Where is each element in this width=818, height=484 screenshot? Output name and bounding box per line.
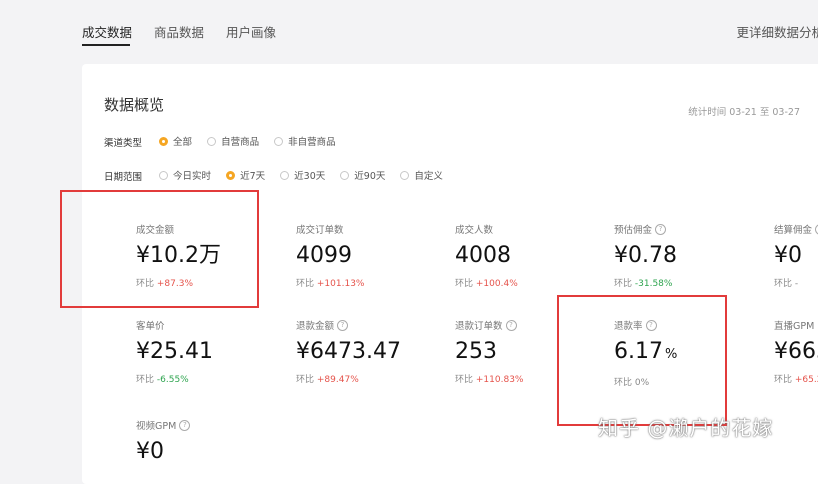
tab-transaction-data[interactable]: 成交数据 [82, 22, 132, 41]
metric-label: 成交人数 [455, 225, 494, 236]
radio-icon [159, 170, 169, 180]
radio-selected-icon [159, 136, 169, 146]
metric-label: 直播GPM [774, 321, 815, 332]
metric-buyer-count[interactable]: 成交人数 4008 环比 +100.4% [455, 222, 518, 289]
tab-product-data[interactable]: 商品数据 [154, 22, 204, 41]
metric-label: 退款金额? [296, 318, 401, 332]
metric-value: 253 [455, 339, 497, 364]
metric-live-gpm[interactable]: 直播GPM ¥665 环比 +65.2 [774, 318, 818, 385]
highlight-box-refund-rate [557, 295, 727, 426]
metric-settled-commission[interactable]: 结算佣金? ¥0 环比 - [774, 222, 818, 289]
channel-filter: 渠道类型 全部 自营商品 非自营商品 [104, 134, 348, 149]
radio-icon [274, 136, 284, 146]
radio-icon [280, 170, 290, 180]
detailed-analysis-link[interactable]: 更详细数据分析 [736, 22, 818, 41]
metric-refund-order-count[interactable]: 退款订单数? 253 环比 +110.83% [455, 318, 523, 385]
active-tab-indicator [82, 44, 130, 46]
metric-label: 客单价 [136, 321, 165, 332]
date-option-90d[interactable]: 近90天 [340, 168, 385, 182]
metric-change: 环比 -6.55% [136, 375, 189, 385]
help-icon[interactable]: ? [655, 223, 667, 235]
card-title: 数据概览 [104, 96, 165, 114]
date-option-custom[interactable]: 自定义 [400, 168, 443, 182]
metric-order-count[interactable]: 成交订单数 4099 环比 +101.13% [296, 222, 364, 289]
channel-filter-label: 渠道类型 [104, 137, 143, 149]
radio-icon [340, 170, 350, 180]
tab-user-profile[interactable]: 用户画像 [226, 22, 276, 41]
help-icon[interactable]: ? [505, 319, 517, 331]
radio-selected-icon [226, 170, 236, 180]
metric-value: ¥665 [774, 339, 818, 364]
metric-avg-order-value[interactable]: 客单价 ¥25.41 环比 -6.55% [136, 318, 213, 385]
metric-estimated-commission[interactable]: 预估佣金? ¥0.78 环比 -31.58% [614, 222, 677, 289]
watermark: 知乎 @濑户的花嫁 [598, 416, 774, 440]
metric-change: 环比 +100.4% [455, 279, 518, 289]
radio-icon [400, 170, 410, 180]
metric-value: 4008 [455, 243, 511, 268]
metric-change: 环比 - [774, 279, 799, 289]
metric-value: ¥25.41 [136, 339, 213, 364]
help-icon[interactable]: ? [337, 319, 349, 331]
date-option-today[interactable]: 今日实时 [159, 168, 211, 182]
metric-change: 环比 +101.13% [296, 279, 365, 289]
top-tab-bar: 成交数据 商品数据 用户画像 更详细数据分析 [0, 0, 818, 64]
metric-change: 环比 -31.58% [614, 279, 673, 289]
date-range-label: 日期范围 [104, 171, 143, 183]
metric-label: 退款订单数? [455, 318, 523, 332]
metric-value: 4099 [296, 243, 352, 268]
metric-label: 预估佣金? [614, 222, 677, 236]
metric-refund-amount[interactable]: 退款金额? ¥6473.47 环比 +89.47% [296, 318, 401, 385]
date-option-30d[interactable]: 近30天 [280, 168, 325, 182]
metric-value: ¥0 [774, 243, 802, 268]
stat-time-range: 统计时间 03-21 至 03-27 [688, 107, 800, 118]
metric-value: ¥0 [136, 439, 164, 464]
metric-label: 结算佣金? [774, 222, 818, 236]
metric-label: 成交订单数 [296, 225, 344, 236]
channel-option-all[interactable]: 全部 [159, 134, 192, 148]
metric-value: ¥0.78 [614, 243, 677, 268]
metric-change: 环比 +110.83% [455, 375, 524, 385]
metric-change: 环比 +65.2 [774, 375, 818, 385]
date-range-filter: 日期范围 今日实时 近7天 近30天 近90天 自定义 [104, 168, 455, 183]
date-option-7d[interactable]: 近7天 [226, 168, 265, 182]
channel-option-self[interactable]: 自营商品 [207, 134, 259, 148]
channel-option-non-self[interactable]: 非自营商品 [274, 134, 336, 148]
metric-change: 环比 +89.47% [296, 375, 359, 385]
metric-label: 视频GPM? [136, 418, 191, 432]
radio-icon [207, 136, 217, 146]
metric-value: ¥6473.47 [296, 339, 401, 364]
help-icon[interactable]: ? [179, 419, 191, 431]
highlight-box-gmv [60, 190, 259, 308]
